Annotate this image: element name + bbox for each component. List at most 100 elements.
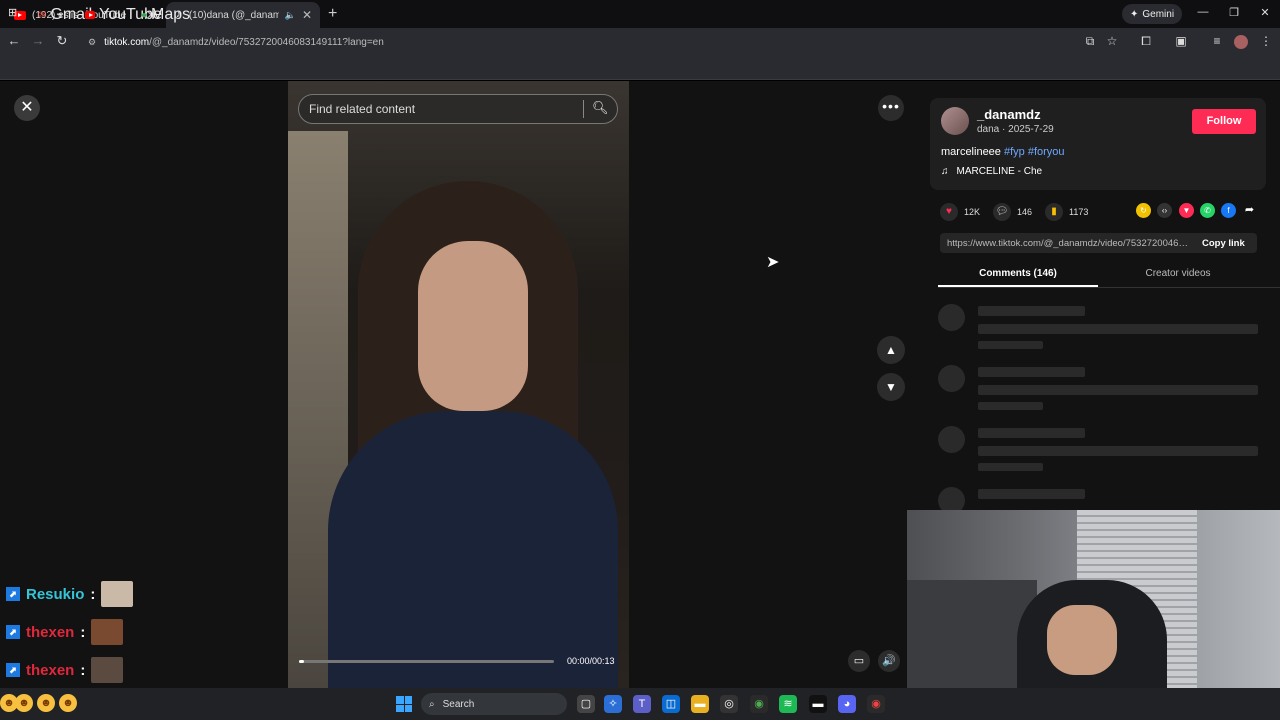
save-count: 1173 bbox=[1069, 207, 1089, 217]
new-tab-button[interactable]: + bbox=[328, 5, 337, 23]
windows-start-icon[interactable] bbox=[396, 696, 412, 712]
apps-icon[interactable]: ⊞ bbox=[8, 6, 17, 19]
maps-icon: ● bbox=[141, 9, 148, 21]
install-icon[interactable]: ⧉ bbox=[1082, 34, 1098, 49]
chat-message: ⬈ Resukio : bbox=[6, 581, 134, 607]
close-viewer-button[interactable]: ✕ bbox=[14, 95, 40, 121]
platform-icon: ⬈ bbox=[6, 663, 20, 677]
chat-emote bbox=[101, 581, 134, 607]
search-input[interactable]: Find related content bbox=[298, 94, 618, 124]
avatar[interactable] bbox=[1234, 35, 1248, 49]
author-username[interactable]: _danamdz bbox=[977, 107, 1041, 122]
obs-icon[interactable]: ◎ bbox=[720, 695, 738, 713]
chat-colon: : bbox=[80, 623, 86, 641]
hashtag-link[interactable]: #fyp bbox=[1004, 146, 1025, 158]
window-close-button[interactable]: ✕ bbox=[1255, 6, 1275, 19]
speaker-icon[interactable]: 🔈 bbox=[285, 10, 296, 21]
chat-message: ⬈ thexen : bbox=[6, 657, 124, 683]
tab-comments[interactable]: Comments (146) bbox=[938, 268, 1098, 279]
copilot-icon[interactable]: ✧ bbox=[604, 695, 622, 713]
music-title: MARCELINE - Che bbox=[956, 166, 1043, 177]
chevron-up-icon: ▲ bbox=[885, 343, 897, 357]
bookmark-maps[interactable]: ● Maps bbox=[141, 6, 190, 24]
share-arrow-icon[interactable]: ➦ bbox=[1242, 203, 1257, 218]
comment-skeleton-line bbox=[978, 489, 1085, 499]
share-link-url[interactable]: https://www.tiktok.com/@_danamdz/video/7… bbox=[947, 238, 1190, 249]
comment-button[interactable]: 💬︎ 146 bbox=[993, 203, 1032, 221]
site-info-icon[interactable]: ⚙ bbox=[88, 37, 96, 48]
spotify-icon[interactable]: ≋ bbox=[779, 695, 797, 713]
music-link[interactable]: ♫ MARCELINE - Che bbox=[941, 166, 1042, 177]
emoji-icon: ☻ bbox=[37, 694, 55, 712]
terminal-icon[interactable]: ▬ bbox=[809, 695, 827, 713]
time-readout: 00:00/00:13 bbox=[567, 656, 615, 666]
previous-video-button[interactable]: ▲ bbox=[877, 336, 905, 364]
store-icon[interactable]: ◫ bbox=[662, 695, 680, 713]
chrome-icon[interactable]: ◉ bbox=[750, 695, 768, 713]
taskbar-search[interactable]: ⌕ Search bbox=[421, 693, 567, 715]
like-count: 12K bbox=[964, 207, 981, 217]
search-icon: ⌕ bbox=[429, 698, 435, 710]
discord-icon[interactable]: ◕ bbox=[838, 695, 856, 713]
volume-icon: 🔊 bbox=[882, 655, 896, 667]
volume-button[interactable]: 🔊 bbox=[878, 650, 900, 672]
restore-button[interactable]: ❐ bbox=[1224, 6, 1244, 19]
platform-icon: ⬈ bbox=[6, 587, 20, 601]
taskbar-search-label: Search bbox=[442, 698, 475, 710]
follow-button[interactable]: Follow bbox=[1192, 109, 1256, 134]
back-icon[interactable]: ← bbox=[6, 33, 22, 48]
forward-icon[interactable]: → bbox=[30, 33, 46, 48]
minimize-button[interactable]: — bbox=[1193, 6, 1213, 18]
comment-skeleton-line bbox=[978, 367, 1085, 377]
video-subject-body bbox=[328, 411, 618, 688]
star-icon[interactable]: ☆ bbox=[1104, 34, 1120, 48]
avatar[interactable] bbox=[941, 107, 969, 135]
comment-skeleton-line bbox=[978, 385, 1258, 395]
comment-icon: 💬︎ bbox=[993, 203, 1011, 221]
whatsapp-icon[interactable]: ✆ bbox=[1200, 203, 1215, 218]
tab-creator-videos[interactable]: Creator videos bbox=[1098, 268, 1258, 279]
comment-skeleton-line bbox=[978, 463, 1043, 471]
tabs-divider bbox=[938, 287, 1280, 288]
teams-icon[interactable]: T bbox=[633, 695, 651, 713]
chat-colon: : bbox=[80, 661, 86, 679]
save-button[interactable]: ▮ 1173 bbox=[1045, 203, 1088, 221]
task-view-icon[interactable]: ▢ bbox=[577, 695, 595, 713]
video-player[interactable] bbox=[288, 81, 629, 688]
like-button[interactable]: ♥ 12K bbox=[940, 203, 980, 221]
cast-icon[interactable]: ▣ bbox=[1173, 34, 1189, 48]
send-icon[interactable]: ▼ bbox=[1179, 203, 1194, 218]
comment-skeleton-line bbox=[978, 324, 1258, 334]
media-icon[interactable]: ≡ bbox=[1209, 34, 1225, 48]
heart-icon: ♥ bbox=[940, 203, 958, 221]
address-bar[interactable]: ⚙ tiktok.com/@_danamdz/video/75327200460… bbox=[80, 32, 1080, 52]
sparkle-icon: ✦ bbox=[1130, 8, 1139, 20]
emoji-icon: ☻ bbox=[15, 694, 33, 712]
facebook-icon[interactable]: f bbox=[1221, 203, 1236, 218]
music-note-icon: ♫ bbox=[941, 166, 949, 177]
reload-icon[interactable]: ↻ bbox=[54, 33, 70, 49]
progress-bar[interactable] bbox=[299, 660, 554, 663]
close-icon[interactable]: ✕ bbox=[302, 8, 312, 22]
search-icon[interactable]: 🔍︎ bbox=[592, 100, 609, 116]
bookmark-label: Maps bbox=[151, 6, 191, 23]
youtube-icon bbox=[85, 11, 95, 19]
file-explorer-icon[interactable]: ▬ bbox=[691, 695, 709, 713]
chrome-icon[interactable]: ◉ bbox=[867, 695, 885, 713]
pip-button[interactable]: ▭ bbox=[848, 650, 870, 672]
copy-link-button[interactable]: Copy link bbox=[1202, 238, 1245, 249]
extensions-icon[interactable]: ⧠ bbox=[1138, 34, 1154, 49]
gemini-button[interactable]: ✦ Gemini bbox=[1122, 4, 1183, 24]
share-link-box: https://www.tiktok.com/@_danamdz/video/7… bbox=[940, 233, 1257, 253]
bookmarks-bar bbox=[0, 55, 1280, 80]
next-video-button[interactable]: ▼ bbox=[877, 373, 905, 401]
hashtag-link[interactable]: #foryou bbox=[1028, 146, 1065, 158]
embed-icon[interactable]: ‹› bbox=[1157, 203, 1172, 218]
comment-count: 146 bbox=[1017, 207, 1033, 217]
comment-skeleton-line bbox=[978, 446, 1258, 456]
repost-icon[interactable]: ↻ bbox=[1136, 203, 1151, 218]
more-options-button[interactable]: ••• bbox=[878, 95, 904, 121]
tab-title: (10)dana (@_danamdz) | Ti bbox=[188, 9, 279, 21]
menu-icon[interactable]: ⋮ bbox=[1258, 34, 1274, 48]
chat-emote bbox=[91, 619, 124, 645]
